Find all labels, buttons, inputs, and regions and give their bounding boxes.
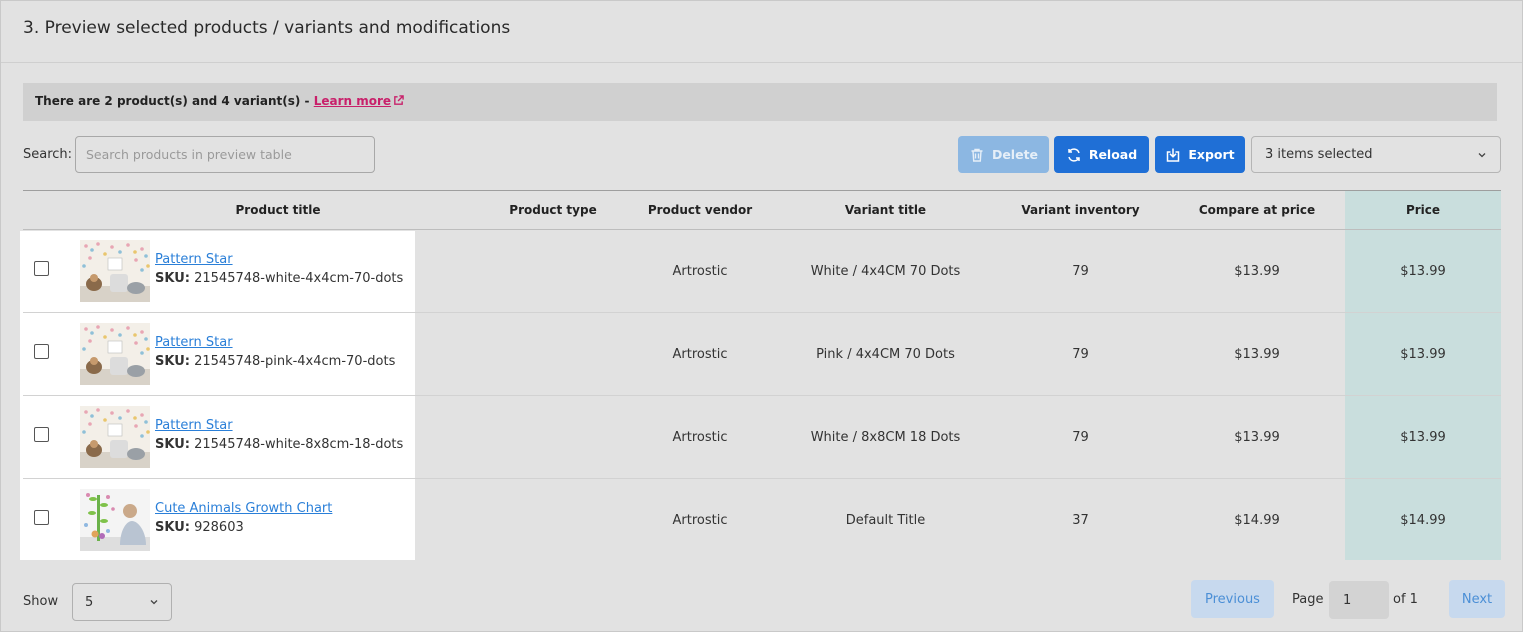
cell-product-type — [483, 396, 623, 478]
col-product-vendor[interactable]: Product vendor — [633, 191, 767, 229]
cell-inventory: 79 — [1072, 429, 1089, 445]
cell-variant-title: Default Title — [845, 512, 926, 528]
reload-button[interactable]: Reload — [1054, 136, 1149, 173]
table-row: Pattern Star SKU: 21545748-white-4x4cm-70… — [23, 230, 1501, 313]
col-product-title[interactable]: Product title — [23, 191, 533, 229]
search-input[interactable] — [75, 136, 375, 173]
sku-value: 21545748-white-4x4cm-70-dots — [194, 271, 404, 286]
external-link-icon — [394, 95, 404, 105]
product-title-link[interactable]: Pattern Star — [155, 335, 233, 350]
cell-inventory: 79 — [1072, 263, 1089, 279]
col-price[interactable]: Price — [1345, 191, 1501, 229]
chevron-down-icon — [150, 600, 158, 605]
download-icon — [1167, 148, 1180, 162]
product-thumbnail — [80, 489, 150, 551]
cell-inventory: 37 — [1072, 512, 1089, 528]
cell-compare-price: $13.99 — [1234, 429, 1280, 445]
table-row: Pattern Star SKU: 21545748-pink-4x4cm-70-… — [23, 313, 1501, 396]
search-label: Search: — [23, 147, 73, 162]
learn-more-label: Learn more — [313, 94, 392, 108]
cell-compare-price: $13.99 — [1234, 346, 1280, 362]
preview-panel: 3. Preview selected products / variants … — [0, 0, 1523, 632]
page-size-value: 5 — [85, 594, 94, 610]
product-sku: SKU: 21545748-white-4x4cm-70-dots — [155, 271, 403, 286]
col-variant-title[interactable]: Variant title — [793, 191, 978, 229]
page-label: Page — [1292, 592, 1324, 607]
sku-value: 928603 — [194, 520, 244, 535]
info-bar: There are 2 product(s) and 4 variant(s) … — [23, 83, 1497, 121]
col-product-type[interactable]: Product type — [483, 191, 623, 229]
cell-variant-title: White / 4x4CM 70 Dots — [810, 263, 961, 279]
previous-button[interactable]: Previous — [1191, 580, 1274, 618]
chevron-down-icon — [1478, 152, 1486, 157]
product-sku: SKU: 21545748-pink-4x4cm-70-dots — [155, 354, 395, 369]
row-checkbox[interactable] — [34, 344, 49, 359]
show-label: Show — [23, 594, 59, 609]
cell-variant-title: White / 8x8CM 18 Dots — [810, 429, 961, 445]
cell-compare-price: $14.99 — [1234, 512, 1280, 528]
info-text: There are 2 product(s) and 4 variant(s) … — [35, 94, 314, 108]
cell-product-type — [483, 313, 623, 395]
table-header: Product title Product type Product vendo… — [23, 191, 1501, 230]
row-checkbox[interactable] — [34, 510, 49, 525]
cell-vendor: Artrostic — [672, 346, 728, 362]
product-sku: SKU: 928603 — [155, 520, 244, 535]
cell-vendor: Artrostic — [672, 263, 728, 279]
export-label: Export — [1188, 147, 1235, 162]
preview-table: Product title Product type Product vendo… — [20, 190, 1501, 560]
selection-value: 3 items selected — [1265, 147, 1373, 162]
product-title-link[interactable]: Pattern Star — [155, 252, 233, 267]
sku-value: 21545748-pink-4x4cm-70-dots — [194, 354, 396, 369]
delete-button[interactable]: Delete — [958, 136, 1049, 173]
next-button[interactable]: Next — [1449, 580, 1505, 618]
product-thumbnail — [80, 406, 150, 468]
page-count-label: of 1 — [1393, 592, 1418, 607]
product-title-link[interactable]: Pattern Star — [155, 418, 233, 433]
cell-price: $14.99 — [1400, 512, 1446, 528]
row-checkbox[interactable] — [34, 261, 49, 276]
cell-vendor: Artrostic — [672, 429, 728, 445]
page-number-input[interactable] — [1329, 581, 1389, 619]
cell-vendor: Artrostic — [672, 512, 728, 528]
table-body: Pattern Star SKU: 21545748-white-4x4cm-70… — [23, 230, 1501, 560]
reload-label: Reload — [1088, 147, 1138, 162]
selection-dropdown[interactable]: 3 items selected — [1251, 136, 1501, 173]
product-thumbnail — [80, 240, 150, 302]
cell-variant-title: Pink / 4x4CM 70 Dots — [816, 346, 955, 362]
refresh-icon — [1068, 147, 1080, 162]
product-title-link[interactable]: Cute Animals Growth Chart — [155, 501, 332, 516]
cell-price: $13.99 — [1400, 263, 1446, 279]
cell-product-type — [483, 479, 623, 561]
cell-inventory: 79 — [1072, 346, 1089, 362]
section-title: 3. Preview selected products / variants … — [1, 1, 1522, 63]
sku-label: SKU: — [155, 520, 190, 535]
cell-compare-price: $13.99 — [1234, 263, 1280, 279]
sku-label: SKU: — [155, 271, 190, 286]
learn-more-link[interactable]: Learn more — [314, 94, 404, 108]
table-row: Cute Animals Growth Chart SKU: 928603 Artr… — [23, 479, 1501, 560]
sku-label: SKU: — [155, 437, 190, 452]
col-variant-inventory[interactable]: Variant inventory — [1003, 191, 1158, 229]
trash-icon — [971, 148, 983, 162]
delete-label: Delete — [991, 147, 1039, 162]
product-sku: SKU: 21545748-white-8x8cm-18-dots — [155, 437, 403, 452]
cell-product-type — [483, 230, 623, 312]
product-thumbnail — [80, 323, 150, 385]
page-size-select[interactable]: 5 — [72, 583, 172, 621]
table-row: Pattern Star SKU: 21545748-white-8x8cm-18… — [23, 396, 1501, 479]
col-compare-price[interactable]: Compare at price — [1183, 191, 1331, 229]
sku-label: SKU: — [155, 354, 190, 369]
cell-price: $13.99 — [1400, 429, 1446, 445]
cell-price: $13.99 — [1400, 346, 1446, 362]
export-button[interactable]: Export — [1155, 136, 1245, 173]
sku-value: 21545748-white-8x8cm-18-dots — [194, 437, 404, 452]
row-checkbox[interactable] — [34, 427, 49, 442]
